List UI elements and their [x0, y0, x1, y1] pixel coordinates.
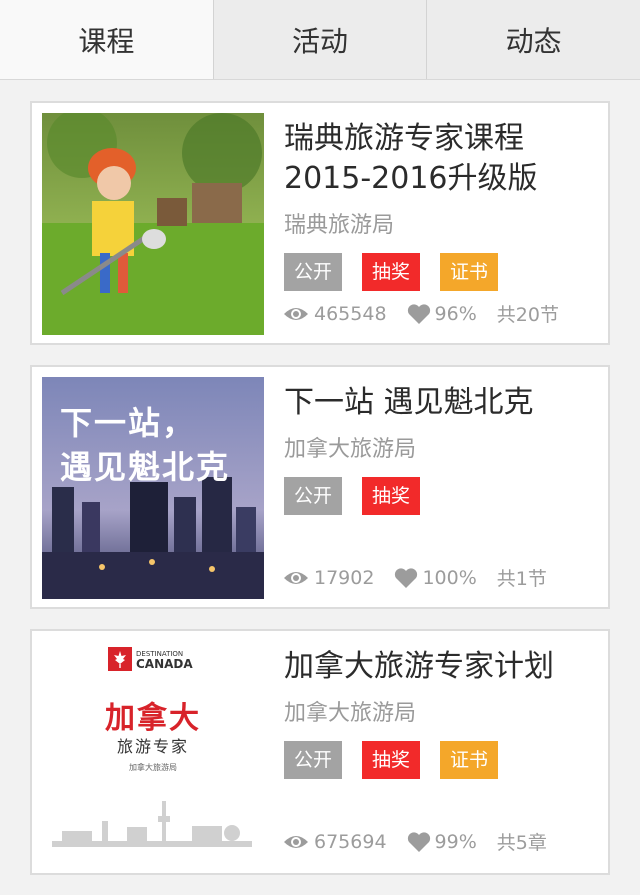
like-rate: 99%: [434, 830, 477, 853]
course-thumbnail: 下一站， 遇见魁北克: [42, 377, 264, 599]
course-org: 加拿大旅游局: [284, 701, 417, 726]
view-count: 675694: [314, 830, 387, 853]
lesson-count: 共20节: [496, 304, 559, 326]
view-count: 465548: [314, 302, 387, 325]
eye-icon: [282, 304, 310, 324]
heart-icon: [407, 831, 431, 853]
skyline-illustration: [52, 801, 252, 847]
course-tags: 公开 抽奖 证书: [284, 253, 604, 291]
course-stats: 675694 99% 共5章: [282, 828, 567, 855]
like-rate: 96%: [434, 302, 477, 325]
eye-icon: [282, 568, 310, 588]
course-stats: 465548 96% 共20节: [282, 300, 579, 327]
tab-courses[interactable]: 课程: [0, 0, 214, 79]
view-count: 17902: [314, 566, 375, 589]
course-card[interactable]: 下一站， 遇见魁北克 下一站 遇见魁北克 加拿大旅游局 公开 抽奖 17902: [30, 365, 610, 609]
course-list: 瑞典旅游专家课程2015-2016升级版 瑞典旅游局 公开 抽奖 证书 4655…: [30, 101, 610, 895]
tag-public: 公开: [284, 253, 343, 291]
lesson-count: 共5章: [496, 832, 547, 854]
course-org: 加拿大旅游局: [284, 437, 417, 462]
eye-icon: [282, 832, 310, 852]
course-tags: 公开 抽奖 证书: [284, 741, 604, 779]
course-stats: 17902 100% 共1节: [282, 564, 567, 591]
course-thumbnail: DESTINATION CANADA 加拿大 旅游专家 加拿大旅游局: [42, 641, 264, 863]
course-tags: 公开 抽奖: [284, 477, 604, 515]
course-org: 瑞典旅游局: [284, 213, 395, 238]
tag-lottery: 抽奖: [362, 741, 421, 779]
course-title: 下一站 遇见魁北克: [284, 385, 534, 420]
course-card[interactable]: DESTINATION CANADA 加拿大 旅游专家 加拿大旅游局 加拿大旅游…: [30, 629, 610, 875]
course-info: 下一站 遇见魁北克 加拿大旅游局 公开 抽奖: [284, 383, 604, 515]
top-tab-bar: 课程 活动 动态: [0, 0, 640, 80]
tag-lottery: 抽奖: [362, 477, 421, 515]
course-title: 瑞典旅游专家课程2015-2016升级版: [284, 121, 538, 196]
course-thumbnail: [42, 113, 264, 335]
tag-public: 公开: [284, 477, 343, 515]
tag-certificate: 证书: [440, 253, 499, 291]
tag-public: 公开: [284, 741, 343, 779]
tag-lottery: 抽奖: [362, 253, 421, 291]
tag-certificate: 证书: [440, 741, 499, 779]
tab-news[interactable]: 动态: [427, 0, 640, 79]
like-rate: 100%: [422, 566, 477, 589]
lesson-count: 共1节: [496, 568, 547, 590]
heart-icon: [407, 303, 431, 325]
course-title: 加拿大旅游专家计划: [284, 649, 554, 684]
course-info: 瑞典旅游专家课程2015-2016升级版 瑞典旅游局 公开 抽奖 证书: [284, 119, 604, 291]
thumbnail-caption: 下一站， 遇见魁北克: [60, 404, 231, 486]
course-info: 加拿大旅游专家计划 加拿大旅游局 公开 抽奖 证书: [284, 647, 604, 779]
heart-icon: [394, 567, 418, 589]
course-card[interactable]: 瑞典旅游专家课程2015-2016升级版 瑞典旅游局 公开 抽奖 证书 4655…: [30, 101, 610, 345]
tab-activities[interactable]: 活动: [213, 0, 428, 79]
